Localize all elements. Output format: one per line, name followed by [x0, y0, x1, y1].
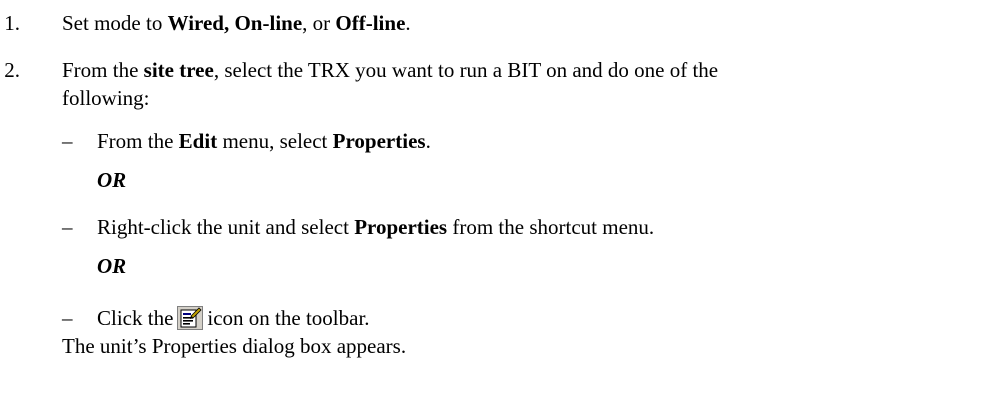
properties-term: Properties — [354, 215, 448, 239]
option-text: Click the icon on the toolbar. — [97, 306, 370, 330]
bullet-dash: – — [62, 215, 73, 239]
mode-wired-online: Wired, On-line — [167, 11, 303, 35]
step-text: Set mode to Wired, On-line, or Off-line. — [62, 11, 411, 35]
properties-term: Properties — [332, 129, 426, 153]
or-separator: OR — [97, 254, 127, 278]
or-separator: OR — [97, 168, 127, 192]
bullet-dash: – — [62, 306, 73, 330]
mode-offline: Off-line — [335, 11, 406, 35]
edit-menu-term: Edit — [178, 129, 218, 153]
site-tree-term: site tree — [143, 58, 214, 82]
step-2-continuation: following: — [62, 86, 150, 110]
step-text: From the site tree, select the TRX you w… — [62, 58, 719, 82]
option-text: Right-click the unit and select Properti… — [97, 215, 655, 239]
procedure-page: 1. Set mode to Wired, On-line, or Off-li… — [0, 0, 983, 396]
step-number: 2. — [4, 58, 20, 82]
bullet-dash: – — [62, 129, 73, 153]
properties-toolbar-icon — [177, 306, 204, 330]
step-number: 1. — [4, 11, 20, 35]
option-text: From the Edit menu, select Properties. — [97, 129, 431, 153]
result-text: The unit’s Properties dialog box appears… — [62, 334, 407, 358]
